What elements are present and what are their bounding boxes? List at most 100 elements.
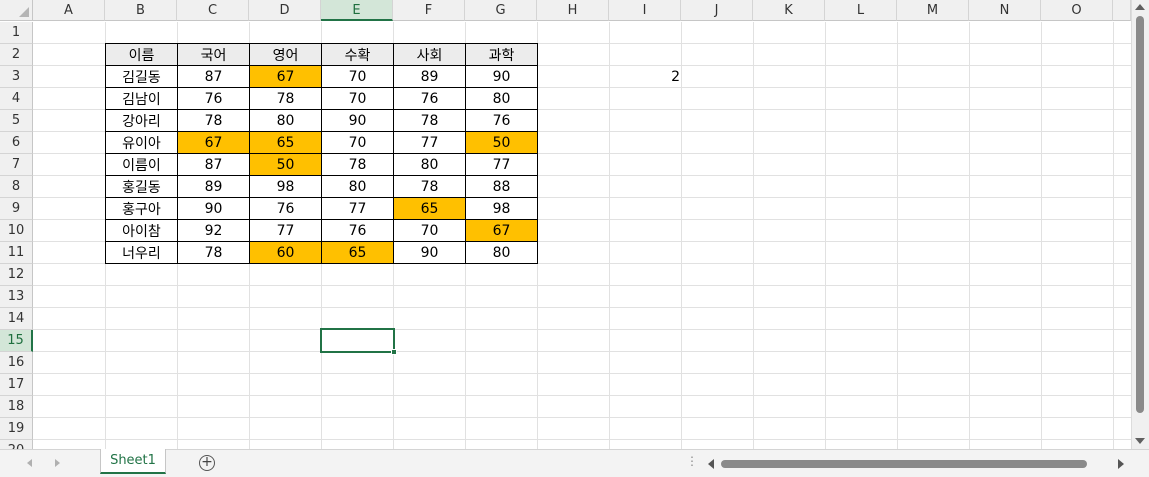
table-cell-score[interactable]: 76 <box>177 87 250 110</box>
table-cell-score[interactable]: 50 <box>465 131 538 154</box>
table-cell-score[interactable]: 77 <box>465 153 538 176</box>
table-cell-score[interactable]: 70 <box>393 219 466 242</box>
row-header-10[interactable]: 10 <box>0 220 33 242</box>
table-header-cell[interactable]: 수확 <box>321 43 394 66</box>
table-cell-score[interactable]: 78 <box>321 153 394 176</box>
table-cell-score[interactable]: 98 <box>465 197 538 220</box>
table-cell-score[interactable]: 78 <box>393 175 466 198</box>
table-cell-score[interactable]: 70 <box>321 131 394 154</box>
table-cell-score[interactable]: 67 <box>249 65 322 88</box>
table-cell-score[interactable]: 76 <box>393 87 466 110</box>
table-cell-score[interactable]: 77 <box>393 131 466 154</box>
column-header-O[interactable]: O <box>1041 0 1113 21</box>
column-header-B[interactable]: B <box>105 0 177 21</box>
table-cell-score[interactable]: 89 <box>393 65 466 88</box>
table-cell-name[interactable]: 아이참 <box>105 219 178 242</box>
table-cell-score[interactable]: 70 <box>321 65 394 88</box>
column-header-G[interactable]: G <box>465 0 537 21</box>
table-cell-score[interactable]: 80 <box>249 109 322 132</box>
table-cell-name[interactable]: 김길동 <box>105 65 178 88</box>
row-header-5[interactable]: 5 <box>0 110 33 132</box>
table-cell-score[interactable]: 67 <box>465 219 538 242</box>
table-cell-score[interactable]: 78 <box>177 241 250 264</box>
table-header-cell[interactable]: 과학 <box>465 43 538 66</box>
table-cell-score[interactable]: 92 <box>177 219 250 242</box>
row-header-6[interactable]: 6 <box>0 132 33 154</box>
table-header-cell[interactable]: 영어 <box>249 43 322 66</box>
table-cell-score[interactable]: 87 <box>177 153 250 176</box>
row-header-4[interactable]: 4 <box>0 88 33 110</box>
column-header-N[interactable]: N <box>969 0 1041 21</box>
column-header-C[interactable]: C <box>177 0 249 21</box>
table-cell-score[interactable]: 90 <box>393 241 466 264</box>
table-cell-score[interactable]: 50 <box>249 153 322 176</box>
column-header-F[interactable]: F <box>393 0 465 21</box>
table-cell-name[interactable]: 홍구아 <box>105 197 178 220</box>
table-cell-score[interactable]: 80 <box>465 87 538 110</box>
row-header-2[interactable]: 2 <box>0 44 33 66</box>
column-header-E[interactable]: E <box>321 0 393 21</box>
column-header-A[interactable]: A <box>33 0 105 21</box>
chevron-left-icon[interactable] <box>27 459 32 467</box>
table-cell-name[interactable]: 강아리 <box>105 109 178 132</box>
table-cell-score[interactable]: 98 <box>249 175 322 198</box>
row-header-14[interactable]: 14 <box>0 308 33 330</box>
table-cell-name[interactable]: 유이아 <box>105 131 178 154</box>
table-header-cell[interactable]: 사회 <box>393 43 466 66</box>
table-cell-score[interactable]: 78 <box>249 87 322 110</box>
row-header-20[interactable]: 20 <box>0 440 33 449</box>
table-cell-score[interactable]: 88 <box>465 175 538 198</box>
worksheet-area[interactable]: ABCDEFGHIJKLMNO 1 2 3 4 5 6 7 8 9 10 11 12 13 14 15 16 1… <box>0 0 1131 449</box>
row-header-8[interactable]: 8 <box>0 176 33 198</box>
table-cell-score[interactable]: 76 <box>465 109 538 132</box>
table-cell-score[interactable]: 70 <box>321 87 394 110</box>
arrow-up-icon[interactable] <box>1135 4 1145 10</box>
table-cell-score[interactable]: 89 <box>177 175 250 198</box>
arrow-down-icon[interactable] <box>1135 438 1145 444</box>
table-cell-score[interactable]: 65 <box>321 241 394 264</box>
vertical-scroll-thumb[interactable] <box>1136 16 1144 413</box>
table-cell-score[interactable]: 80 <box>393 153 466 176</box>
vertical-dots-icon[interactable]: ⋮ <box>686 455 698 467</box>
table-cell-name[interactable]: 홍길동 <box>105 175 178 198</box>
row-header-3[interactable]: 3 <box>0 66 33 88</box>
row-header-13[interactable]: 13 <box>0 286 33 308</box>
table-cell-score[interactable]: 80 <box>321 175 394 198</box>
table-cell-score[interactable]: 67 <box>177 131 250 154</box>
column-header-I[interactable]: I <box>609 0 681 21</box>
row-header-16[interactable]: 16 <box>0 352 33 374</box>
table-header-cell[interactable]: 국어 <box>177 43 250 66</box>
column-header-M[interactable]: M <box>897 0 969 21</box>
row-header-18[interactable]: 18 <box>0 396 33 418</box>
column-header-H[interactable]: H <box>537 0 609 21</box>
table-cell-score[interactable]: 76 <box>321 219 394 242</box>
arrow-right-icon[interactable] <box>1118 459 1124 469</box>
row-header-17[interactable]: 17 <box>0 374 33 396</box>
table-cell-score[interactable]: 87 <box>177 65 250 88</box>
row-header-15[interactable]: 15 <box>0 330 33 352</box>
table-cell-score[interactable]: 65 <box>249 131 322 154</box>
chevron-right-icon[interactable] <box>55 459 60 467</box>
row-header-9[interactable]: 9 <box>0 198 33 220</box>
table-cell-score[interactable]: 90 <box>177 197 250 220</box>
row-header-12[interactable]: 12 <box>0 264 33 286</box>
select-all-corner[interactable] <box>0 0 33 21</box>
table-header-cell[interactable]: 이름 <box>105 43 178 66</box>
table-cell-name[interactable]: 너우리 <box>105 241 178 264</box>
table-cell-score[interactable]: 65 <box>393 197 466 220</box>
vertical-scrollbar[interactable] <box>1131 0 1149 449</box>
table-cell-score[interactable]: 77 <box>321 197 394 220</box>
row-header-1[interactable]: 1 <box>0 22 33 44</box>
active-cell-E15[interactable] <box>320 328 395 353</box>
cell-I3[interactable]: 2 <box>610 66 680 88</box>
table-cell-score[interactable]: 60 <box>249 241 322 264</box>
table-cell-score[interactable]: 80 <box>465 241 538 264</box>
column-header-L[interactable]: L <box>825 0 897 21</box>
column-header-D[interactable]: D <box>249 0 321 21</box>
table-cell-score[interactable]: 76 <box>249 197 322 220</box>
table-cell-score[interactable]: 77 <box>249 219 322 242</box>
row-header-19[interactable]: 19 <box>0 418 33 440</box>
arrow-left-icon[interactable] <box>708 459 714 469</box>
fill-handle[interactable] <box>391 349 397 355</box>
table-cell-name[interactable]: 김남이 <box>105 87 178 110</box>
